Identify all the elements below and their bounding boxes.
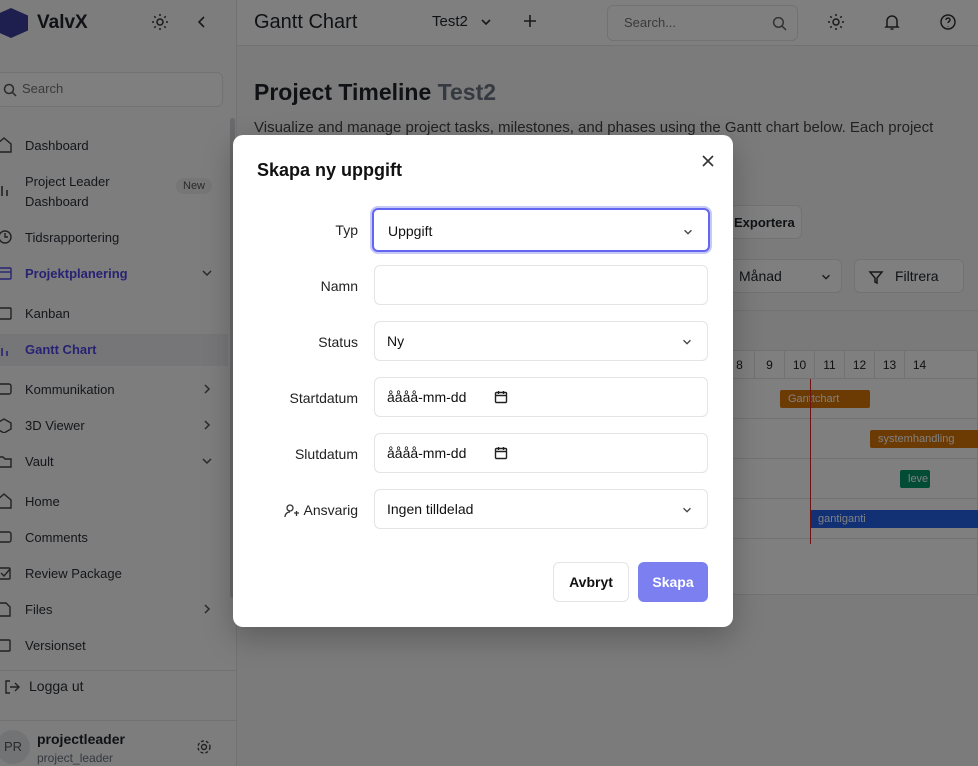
end-date-label: Slutdatum <box>294 446 358 462</box>
dialog-title: Skapa ny uppgift <box>257 160 403 180</box>
end-date-input[interactable]: åååå-mm-dd <box>374 433 708 473</box>
name-input[interactable] <box>374 265 708 305</box>
user-icon <box>283 503 300 522</box>
status-select[interactable]: Ny <box>374 321 708 361</box>
status-label: Status <box>318 334 358 350</box>
assignee-select-value: Ingen tilldelad <box>387 501 474 517</box>
end-date-placeholder: åååå-mm-dd <box>387 445 467 461</box>
type-select[interactable]: Uppgift <box>372 208 710 252</box>
start-date-placeholder: åååå-mm-dd <box>387 389 467 405</box>
start-date-input[interactable]: åååå-mm-dd <box>374 377 708 417</box>
create-task-dialog: Skapa ny uppgift Typ Uppgift Namn Status… <box>233 135 733 627</box>
chevron-down-icon <box>681 503 693 519</box>
type-label: Typ <box>335 222 358 238</box>
start-date-label: Startdatum <box>289 390 358 406</box>
assignee-label: Ansvarig <box>283 502 358 518</box>
type-select-value: Uppgift <box>388 223 433 239</box>
calendar-icon[interactable] <box>494 390 508 407</box>
assignee-label-text: Ansvarig <box>303 502 358 518</box>
close-icon[interactable] <box>699 152 717 170</box>
name-label: Namn <box>320 278 358 294</box>
status-select-value: Ny <box>387 333 405 349</box>
create-button[interactable]: Skapa <box>638 562 708 602</box>
chevron-down-icon <box>681 335 693 351</box>
assignee-select[interactable]: Ingen tilldelad <box>374 489 708 529</box>
cancel-button[interactable]: Avbryt <box>553 562 629 602</box>
calendar-icon[interactable] <box>494 446 508 463</box>
chevron-down-icon <box>682 225 694 241</box>
